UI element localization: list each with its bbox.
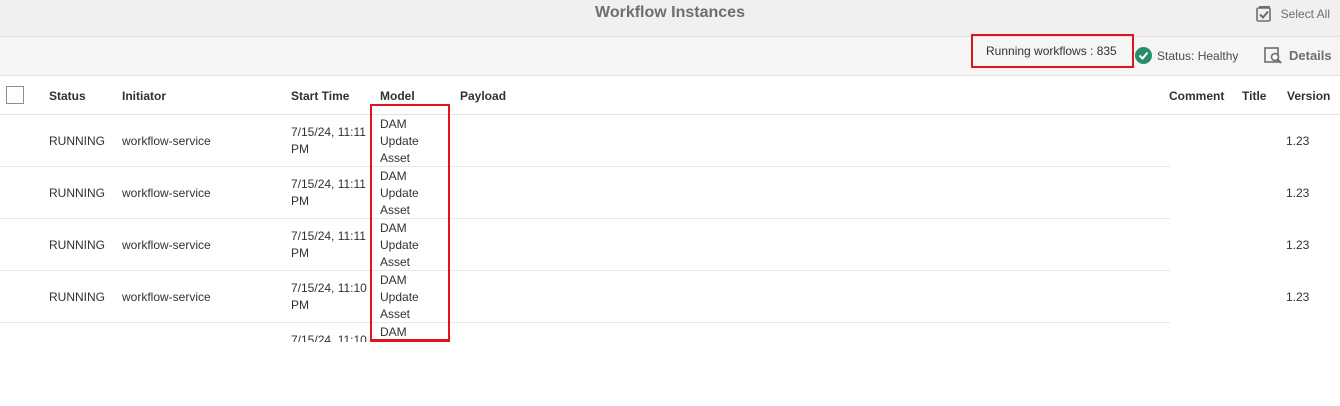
column-payload[interactable]: Payload [460,89,506,103]
row-initiator: workflow-service [122,238,211,252]
row-status: RUNNING [49,238,105,252]
row-extra: 1.23 [1170,115,1340,167]
table-header: Status Initiator Start Time Model Payloa… [0,76,1340,115]
row-version: 1.23 [1286,186,1310,200]
table-body: RUNNING workflow-service 7/15/24, 11:11 P… [0,115,1340,342]
row-version: 1.23 [1286,134,1310,148]
column-version[interactable]: Version [1287,89,1330,103]
model-column-highlight [370,104,450,342]
row-initiator: workflow-service [122,290,211,304]
column-initiator[interactable]: Initiator [122,89,166,103]
row-version: 1.23 [1286,290,1310,304]
column-model[interactable]: Model [380,89,415,103]
health-status: Status: Healthy [1135,47,1238,64]
row-status: RUNNING [49,186,105,200]
select-all-checkbox[interactable] [6,86,24,104]
row-initiator: workflow-service [122,134,211,148]
row-start-time: 7/15/24, 11:11 PM [291,177,366,208]
status-label: Status: Healthy [1157,48,1239,63]
check-circle-icon [1135,47,1152,64]
details-label: Details [1289,47,1332,63]
select-all-label: Select All [1280,7,1330,21]
details-button[interactable]: Details [1264,46,1332,64]
row-version: 1.23 [1286,238,1310,252]
select-all-icon [1255,5,1273,23]
column-title[interactable]: Title [1242,89,1266,103]
details-icon [1264,46,1282,64]
select-all-button[interactable]: Select All [1255,5,1330,23]
row-start-time: 7/15/24, 11:10 PM [291,281,367,312]
page-title: Workflow Instances [595,4,745,21]
running-workflows-count: Running workflows : 835 [971,34,1134,68]
row-start-time: 7/15/24, 11:10 [291,333,367,342]
column-comment[interactable]: Comment [1169,89,1224,103]
table-row[interactable]: 7/15/24, 11:10 DAM [0,323,1170,342]
table-row[interactable]: RUNNING workflow-service 7/15/24, 11:11 P… [0,167,1170,219]
column-status[interactable]: Status [49,89,86,103]
row-status: RUNNING [49,290,105,304]
row-initiator: workflow-service [122,186,211,200]
row-status: RUNNING [49,134,105,148]
row-extra: 1.23 [1170,167,1340,219]
row-start-time: 7/15/24, 11:11 PM [291,125,366,156]
row-extra: 1.23 [1170,271,1340,323]
table-row[interactable]: RUNNING workflow-service 7/15/24, 11:11 P… [0,115,1170,167]
column-start-time[interactable]: Start Time [291,89,349,103]
row-start-time: 7/15/24, 11:11 PM [291,229,366,260]
table-row[interactable]: RUNNING workflow-service 7/15/24, 11:10 P… [0,271,1170,323]
top-bar: Workflow Instances Select All [0,0,1340,37]
row-extra: 1.23 [1170,219,1340,271]
table-row[interactable]: RUNNING workflow-service 7/15/24, 11:11 P… [0,219,1170,271]
